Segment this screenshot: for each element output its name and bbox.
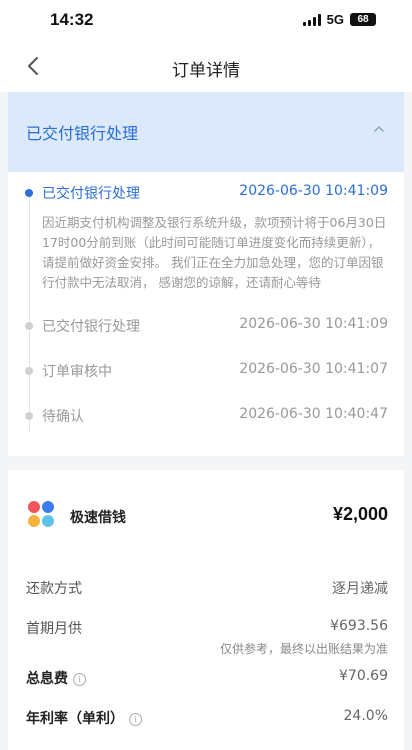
interest-label: 总息费 [26,671,68,687]
repay-method-label: 还款方式 [26,581,82,597]
status-time: 14:32 [50,10,94,29]
first-month-value: ¥693.56 [330,618,388,634]
signal-icon [302,13,321,26]
timeline-title: 已交付银行处理 [42,186,140,202]
first-month-note: 仅供参考，最终以出账结果为准 [219,642,388,656]
first-month-label: 首期月供 [26,621,82,637]
timeline-title: 订单审核中 [42,364,112,380]
timeline-time: 2026-06-30 10:40:47 [239,406,388,422]
timeline-title: 已交付银行处理 [42,319,140,335]
timeline-time: 2026-06-30 10:41:09 [239,316,388,332]
product-name: 极速借钱 [70,510,126,526]
page-title: 订单详情 [172,61,240,81]
chevron-up-icon[interactable] [372,122,386,136]
timeline-dot [25,367,33,375]
loan-amount: ¥2,000 [332,504,388,524]
order-status-card: 已交付银行处理 已交付银行处理 2026-06-30 10:41:09 因近期支… [8,92,404,456]
nav-bar: 订单详情 [0,40,412,92]
info-icon[interactable]: i [73,673,86,686]
battery-icon: 68 [350,13,376,26]
timeline-dot [25,412,33,420]
timeline-time: 2026-06-30 10:41:09 [239,183,388,199]
repay-method-value: 逐月递减 [332,581,388,597]
timeline-item: 已交付银行处理 2026-06-30 10:41:09 因近期支付机构调整及银行… [8,183,404,303]
network-type: 5G [326,12,344,27]
interest-label-row: 总息费 i [26,668,86,688]
status-header[interactable]: 已交付银行处理 [8,92,404,172]
timeline-dot [25,189,33,197]
rate-label-row: 年利率（单利） i [26,708,142,728]
interest-value: ¥70.69 [339,668,388,684]
loan-info-card: 极速借钱 ¥2,000 还款方式 逐月递减 首期月供 ¥693.56 仅供参考，… [8,470,404,750]
status-bar: 14:32 5G 68 [0,0,412,40]
status-indicators: 5G 68 [302,12,376,27]
status-title: 已交付银行处理 [26,124,139,143]
timeline-time: 2026-06-30 10:41:07 [239,361,388,377]
timeline-description: 因近期支付机构调整及银行系统升级，款项预计将于06月30日17时00分前到账（此… [42,215,387,290]
timeline-dot [25,322,33,330]
info-icon[interactable]: i [129,713,142,726]
timeline-title: 待确认 [42,409,84,425]
product-logo-icon [28,501,56,529]
rate-value: 24.0% [343,708,388,724]
rate-label: 年利率（单利） [26,711,124,727]
